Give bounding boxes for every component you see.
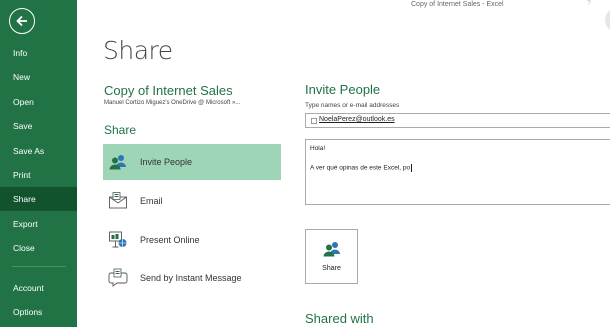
instant-message-icon	[108, 268, 128, 287]
share-button-label: Share	[322, 265, 341, 272]
share-button[interactable]: Share	[305, 229, 358, 284]
recipients-field-label: Type names or e-mail addresses	[305, 102, 400, 109]
option-invite-people[interactable]: Invite People	[103, 144, 281, 180]
nav-options[interactable]: Options	[0, 300, 77, 324]
option-present-online[interactable]: Present Online	[103, 222, 281, 258]
email-icon	[109, 192, 127, 209]
option-send-instant-message[interactable]: Send by Instant Message	[103, 260, 281, 296]
nav-open[interactable]: Open	[0, 90, 77, 114]
nav-print[interactable]: Print	[0, 163, 77, 187]
nav-new[interactable]: New	[0, 65, 77, 89]
option-label: Invite People	[140, 157, 193, 167]
nav-close[interactable]: Close	[0, 236, 77, 260]
nav-save-as[interactable]: Save As	[0, 139, 77, 163]
back-button[interactable]	[9, 8, 35, 34]
nav-account[interactable]: Account	[0, 276, 77, 300]
message-line-2: A ver qué opinas de este Excel, po	[310, 164, 610, 172]
invite-people-title: Invite People	[305, 82, 381, 97]
shared-with-title: Shared with	[305, 311, 374, 326]
nav-info[interactable]: Info	[0, 41, 77, 65]
text-caret	[411, 164, 413, 172]
document-name: Copy of Internet Sales	[104, 83, 233, 98]
message-line-text: A ver qué opinas de este Excel, po	[310, 164, 411, 172]
user-avatar[interactable]	[605, 8, 610, 32]
nav-divider	[12, 266, 66, 267]
share-section-title: Share	[104, 123, 137, 137]
message-line: Hola!	[310, 145, 326, 152]
option-label: Send by Instant Message	[140, 273, 242, 283]
nav-save[interactable]: Save	[0, 114, 77, 138]
people-icon	[323, 242, 340, 257]
nav-export[interactable]: Export	[0, 212, 77, 236]
backstage-sidebar: Info New Open Save Save As Print Share E…	[0, 0, 77, 327]
recipients-input[interactable]: NoelaPerez@outlook.es	[305, 113, 610, 128]
message-textarea[interactable]: Hola! A ver qué opinas de este Excel, po	[305, 139, 610, 205]
nav-share[interactable]: Share	[0, 187, 77, 211]
people-icon	[109, 155, 126, 170]
recipient-address: NoelaPerez@outlook.es	[319, 116, 395, 123]
option-label: Email	[140, 196, 163, 206]
help-icon[interactable]: ?	[587, 0, 603, 7]
document-location: Manuel Cortizo Miguez's OneDrive @ Micro…	[104, 100, 241, 106]
page-title: Share	[103, 36, 173, 65]
recipient-check-icon	[311, 118, 317, 124]
present-online-icon	[109, 231, 127, 248]
window-title: Copy of Internet Sales - Excel	[411, 1, 504, 8]
option-email[interactable]: Email	[103, 183, 281, 219]
option-label: Present Online	[140, 235, 200, 245]
arrow-left-icon	[16, 15, 27, 27]
